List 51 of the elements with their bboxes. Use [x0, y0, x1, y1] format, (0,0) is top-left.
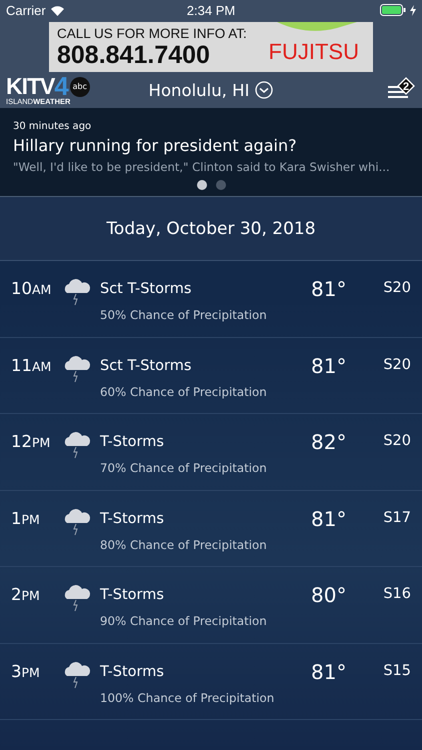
- chevron-down-icon: [255, 81, 274, 99]
- wind-label: S20: [383, 280, 411, 298]
- hour-label: 3PM: [11, 662, 41, 682]
- logo-number: 4: [54, 74, 69, 96]
- precipitation-label: 80% Chance of Precipitation: [100, 536, 268, 554]
- hour-label: 1PM: [11, 508, 41, 530]
- temperature-label: 81°: [311, 277, 348, 303]
- precipitation-label: 50% Chance of Precipitation: [100, 307, 268, 324]
- wind-label: S16: [383, 586, 411, 604]
- condition-label: Sct T-Storms: [100, 280, 192, 299]
- battery-icon: [380, 4, 406, 16]
- wifi-icon: [50, 4, 65, 16]
- precipitation-label: 90% Chance of Precipitation: [100, 613, 268, 630]
- news-summary: "Well, I'd like to be president," Clinton said to Kara Swisher whi...: [13, 159, 391, 176]
- precipitation-label: 70% Chance of Precipitation: [100, 460, 268, 477]
- condition-label: T-Storms: [100, 662, 165, 682]
- hour-label: 12PM: [11, 432, 52, 453]
- ad-phone-number: 808.841.7400: [57, 42, 211, 68]
- ad-banner[interactable]: CALL US FOR MORE INFO AT: 808.841.7400 FUJITSU: [49, 22, 373, 72]
- brand-logo: FUJITSU: [268, 39, 359, 65]
- condition-label: T-Storms: [100, 586, 165, 605]
- logo-text: KITV: [6, 74, 54, 96]
- hour-label: 2PM: [11, 585, 41, 606]
- temperature-label: 80°: [311, 583, 348, 609]
- ad-text: CALL US FOR MORE INFO AT:: [57, 26, 248, 42]
- location-selector[interactable]: Honolulu, HI: [106, 80, 316, 100]
- page-dot[interactable]: [196, 180, 206, 190]
- clock-label: 2:34 PM: [186, 2, 236, 18]
- wind-label: S15: [383, 662, 411, 680]
- hour-label: 10AM: [11, 279, 52, 300]
- wind-label: S17: [383, 510, 411, 528]
- date-title: Today, October 30, 2018: [106, 218, 316, 238]
- hour-label: 11AM: [11, 356, 52, 376]
- precipitation-label: 100% Chance of Precipitation: [100, 690, 276, 706]
- news-time: 30 minutes ago: [13, 120, 92, 134]
- network-logo: abc: [70, 76, 90, 96]
- condition-label: T-Storms: [100, 433, 165, 452]
- temperature-label: 81°: [311, 660, 348, 686]
- page-dot[interactable]: [216, 180, 226, 190]
- temperature-label: 82°: [311, 430, 348, 456]
- condition-label: Sct T-Storms: [100, 356, 192, 376]
- alerts-menu-button[interactable]: 2: [316, 77, 416, 103]
- wind-label: S20: [383, 356, 411, 374]
- temperature-label: 81°: [311, 354, 348, 380]
- precipitation-label: 60% Chance of Precipitation: [100, 384, 268, 400]
- temperature-label: 81°: [311, 506, 348, 532]
- condition-label: T-Storms: [100, 510, 165, 528]
- news-card[interactable]: 30 minutes ago Hillary running for president again? "Well, I'd like to be president," Clinton said to Kara Swisher whi...: [0, 108, 422, 197]
- news-headline: Hillary running for president again?: [13, 135, 298, 157]
- wind-label: S20: [383, 433, 411, 451]
- carrier-label: Carrier: [6, 2, 46, 18]
